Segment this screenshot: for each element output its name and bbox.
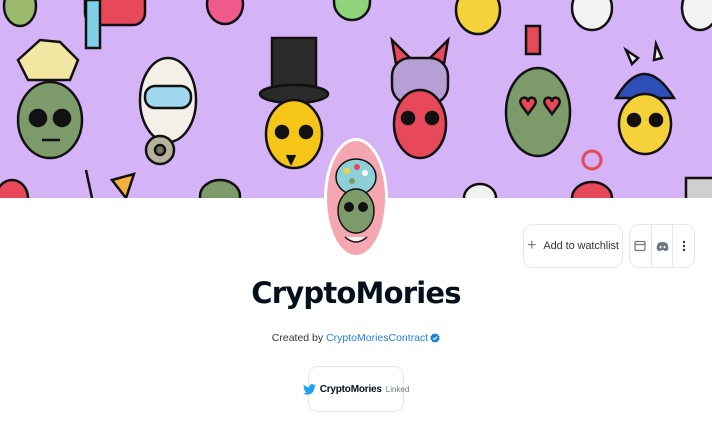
collection-avatar — [324, 138, 388, 258]
watchlist-label: Add to watchlist — [543, 240, 619, 252]
twitter-link[interactable]: CryptoMories Linked — [302, 366, 409, 412]
created-by: Created by CryptoMoriesContract — [0, 332, 712, 346]
created-by-prefix: Created by — [271, 332, 324, 344]
verified-badge-icon — [430, 333, 440, 346]
creator-link[interactable]: CryptoMoriesContract — [326, 332, 428, 344]
add-to-watchlist-button[interactable]: + Add to watchlist — [523, 224, 623, 268]
avatar-image — [324, 138, 388, 258]
plus-icon: + — [527, 237, 537, 254]
more-options-icon[interactable] — [673, 225, 694, 267]
social-icon-group — [629, 224, 695, 268]
collection-actions: + Add to watchlist — [523, 224, 695, 268]
twitter-linked-status: Linked — [385, 384, 410, 394]
twitter-icon — [302, 380, 316, 399]
twitter-handle: CryptoMories — [319, 383, 382, 395]
collection-title: CryptoMories — [251, 276, 461, 310]
website-icon[interactable] — [630, 225, 652, 267]
discord-icon[interactable] — [652, 225, 674, 267]
